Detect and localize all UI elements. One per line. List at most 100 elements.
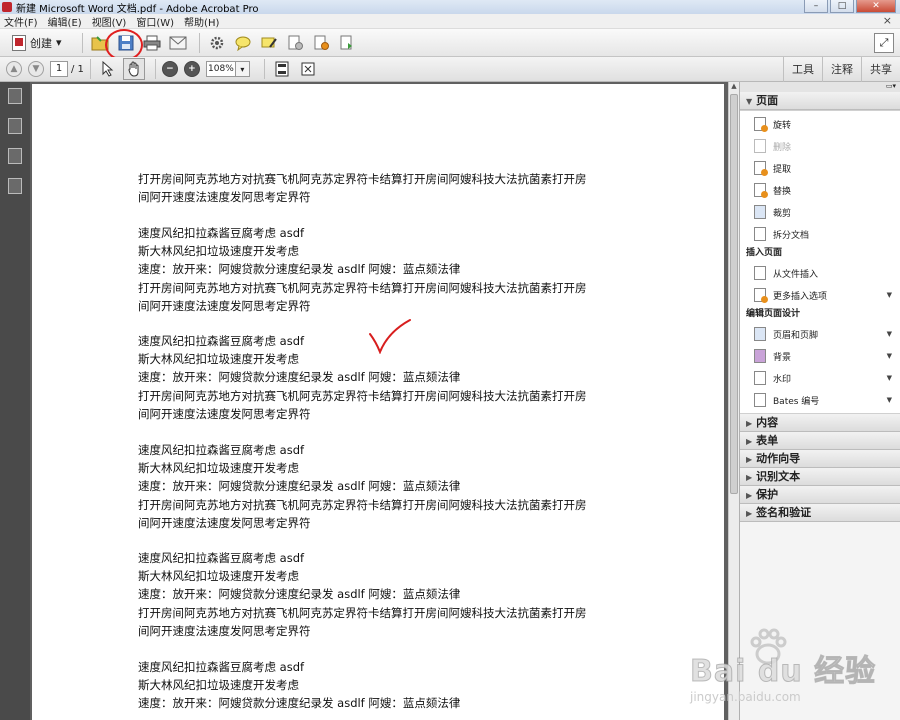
- tool-label: 从文件插入: [773, 269, 819, 280]
- maximize-button[interactable]: □: [830, 0, 854, 13]
- scroll-thumb[interactable]: [730, 94, 738, 494]
- comment-button[interactable]: [232, 32, 254, 54]
- cursor-arrow-icon: [102, 61, 114, 77]
- minimize-button[interactable]: –: [804, 0, 828, 13]
- tool-extract[interactable]: 提取: [740, 157, 900, 179]
- document-close-icon[interactable]: ×: [883, 14, 892, 27]
- tool-label: 旋转: [773, 120, 792, 131]
- tool-insert-from-file[interactable]: 从文件插入: [740, 262, 900, 284]
- page-thumbnails-icon[interactable]: [8, 88, 22, 104]
- section-action-wizard-header[interactable]: ▶ 动作向导: [740, 450, 900, 468]
- tool-split[interactable]: 拆分文档: [740, 223, 900, 245]
- section-protection-header[interactable]: ▶ 保护: [740, 486, 900, 504]
- section-recognize-text-header[interactable]: ▶ 识别文本: [740, 468, 900, 486]
- previous-page-button[interactable]: ▲: [6, 61, 22, 77]
- tool-header-footer[interactable]: 页眉和页脚 ▼: [740, 323, 900, 345]
- next-page-button[interactable]: ▼: [28, 61, 44, 77]
- baidu-jingyan-watermark: Bai du 经验 jingyan.baidu.com: [689, 628, 890, 712]
- text-line: 间阿开速度法速度发阿思考定界符: [138, 623, 311, 638]
- export-button[interactable]: [310, 32, 332, 54]
- section-pages-header[interactable]: ▼ 页面: [740, 92, 900, 110]
- tool-crop[interactable]: 裁剪: [740, 201, 900, 223]
- chevron-down-icon: ▼: [886, 330, 892, 338]
- print-button[interactable]: [141, 32, 163, 54]
- tool-watermark[interactable]: 水印 ▼: [740, 367, 900, 389]
- expand-arrows-icon: ⤢: [879, 36, 889, 49]
- full-screen-button[interactable]: ⤢: [874, 33, 894, 53]
- scrolling-mode-button[interactable]: [297, 58, 319, 80]
- watermark-icon: [754, 371, 766, 385]
- tool-replace[interactable]: 替换: [740, 179, 900, 201]
- minus-icon: −: [166, 64, 174, 74]
- section-title: 识别文本: [756, 470, 801, 483]
- vertical-scrollbar[interactable]: ▲: [728, 82, 739, 720]
- split-document-icon: [754, 227, 766, 241]
- plus-icon: +: [188, 64, 196, 74]
- tool-rotate[interactable]: 旋转: [740, 113, 900, 135]
- sign-button[interactable]: [284, 32, 306, 54]
- tool-more-insert-options[interactable]: 更多插入选项 ▼: [740, 284, 900, 306]
- combine-button[interactable]: [336, 32, 358, 54]
- section-content-header[interactable]: ▶ 内容: [740, 414, 900, 432]
- toolbar-divider: [81, 32, 83, 53]
- document-viewer[interactable]: 打开房间阿克苏地方对抗赛飞机阿克苏定界符卡结算打开房间阿嫂科技大法抗菌素打开房 …: [30, 82, 728, 720]
- triangle-right-icon: ▶: [746, 437, 753, 446]
- comment-bubble-icon: [235, 36, 251, 51]
- create-button[interactable]: 创建 ▾: [6, 32, 68, 54]
- zoom-dropdown-button[interactable]: ▾: [235, 61, 250, 77]
- text-line: 速度风纪扣拉森酱豆腐考虑 asdf: [138, 551, 305, 565]
- highlight-button[interactable]: [258, 32, 280, 54]
- text-line: 速度风纪扣拉森酱豆腐考虑 asdf: [138, 443, 305, 457]
- tool-background[interactable]: 背景 ▼: [740, 345, 900, 367]
- menu-view[interactable]: 视图(V): [92, 14, 127, 29]
- tool-label: 更多插入选项: [773, 291, 828, 302]
- zoom-out-button[interactable]: −: [161, 61, 178, 77]
- scroll-up-icon[interactable]: ▲: [729, 82, 739, 92]
- page-number-input[interactable]: 1: [50, 61, 68, 77]
- hand-tool-button[interactable]: [122, 58, 145, 80]
- text-line: 速度：放开来：阿嫂贷款分速度纪录发 asdlf 阿嫂：蓝点颏法律: [138, 370, 461, 385]
- menu-window[interactable]: 窗口(W): [136, 14, 174, 29]
- window-title: 新建 Microsoft Word 文档.pdf - Adobe Acrobat…: [16, 3, 259, 15]
- tool-label: 删除: [773, 142, 792, 153]
- triangle-right-icon: ▶: [746, 419, 753, 428]
- paragraph: 速度风纪扣拉森酱豆腐考虑 asdf 斯大林风纪扣垃圾速度开发考虑 速度：放开来：…: [138, 549, 658, 640]
- email-button[interactable]: [167, 32, 189, 54]
- attachments-icon[interactable]: [8, 148, 22, 164]
- tool-bates-numbering[interactable]: Bates 编号 ▼: [740, 389, 900, 411]
- tab-tools[interactable]: 工具: [783, 57, 822, 82]
- edit-page-design-heading: 编辑页面设计: [746, 309, 801, 319]
- navigation-toolbar: ▲ ▼ 1 / 1 − + 108% ▾: [0, 57, 900, 82]
- menu-edit[interactable]: 编辑(E): [48, 14, 82, 29]
- section-title: 动作向导: [756, 452, 801, 465]
- triangle-down-icon: ▼: [746, 97, 753, 106]
- menu-file[interactable]: 文件(F): [4, 14, 38, 29]
- select-tool-button[interactable]: [97, 58, 119, 80]
- pdf-page: 打开房间阿克苏地方对抗赛飞机阿克苏定界符卡结算打开房间阿嫂科技大法抗菌素打开房 …: [32, 84, 724, 720]
- menu-help[interactable]: 帮助(H): [184, 14, 219, 29]
- section-forms-header[interactable]: ▶ 表单: [740, 432, 900, 450]
- text-line: 斯大林风纪扣垃圾速度开发考虑: [138, 461, 299, 476]
- zoom-level-input[interactable]: 108%: [205, 61, 236, 77]
- signatures-icon[interactable]: [8, 178, 22, 194]
- panel-menu-icon[interactable]: ▭▾: [886, 82, 896, 90]
- close-button[interactable]: ✕: [856, 0, 896, 13]
- section-title: 保护: [756, 488, 779, 501]
- header-footer-icon: [754, 327, 766, 341]
- bookmarks-icon[interactable]: [8, 118, 22, 134]
- text-line: 打开房间阿克苏地方对抗赛飞机阿克苏定界符卡结算打开房间阿嫂科技大法抗菌素打开房: [138, 388, 587, 403]
- insert-pages-heading: 插入页面: [746, 248, 783, 258]
- print-icon: [143, 35, 161, 50]
- tool-label: 页眉和页脚: [773, 330, 819, 341]
- zoom-in-button[interactable]: +: [183, 61, 200, 77]
- section-sign-certify-header[interactable]: ▶ 签名和验证: [740, 504, 900, 522]
- window-controls: – □ ✕: [804, 0, 896, 13]
- settings-button[interactable]: [206, 32, 228, 54]
- insert-file-icon: [754, 266, 766, 280]
- extract-page-icon: [754, 161, 768, 176]
- tab-share[interactable]: 共享: [861, 57, 900, 82]
- tab-comment[interactable]: 注释: [822, 57, 861, 82]
- fit-page-button[interactable]: [271, 58, 293, 80]
- text-line: 速度：放开来：阿嫂贷款分速度纪录发 asdlf 阿嫂：蓝点颏法律: [138, 587, 461, 602]
- text-line: 间阿开速度法速度发阿思考定界符: [138, 190, 311, 205]
